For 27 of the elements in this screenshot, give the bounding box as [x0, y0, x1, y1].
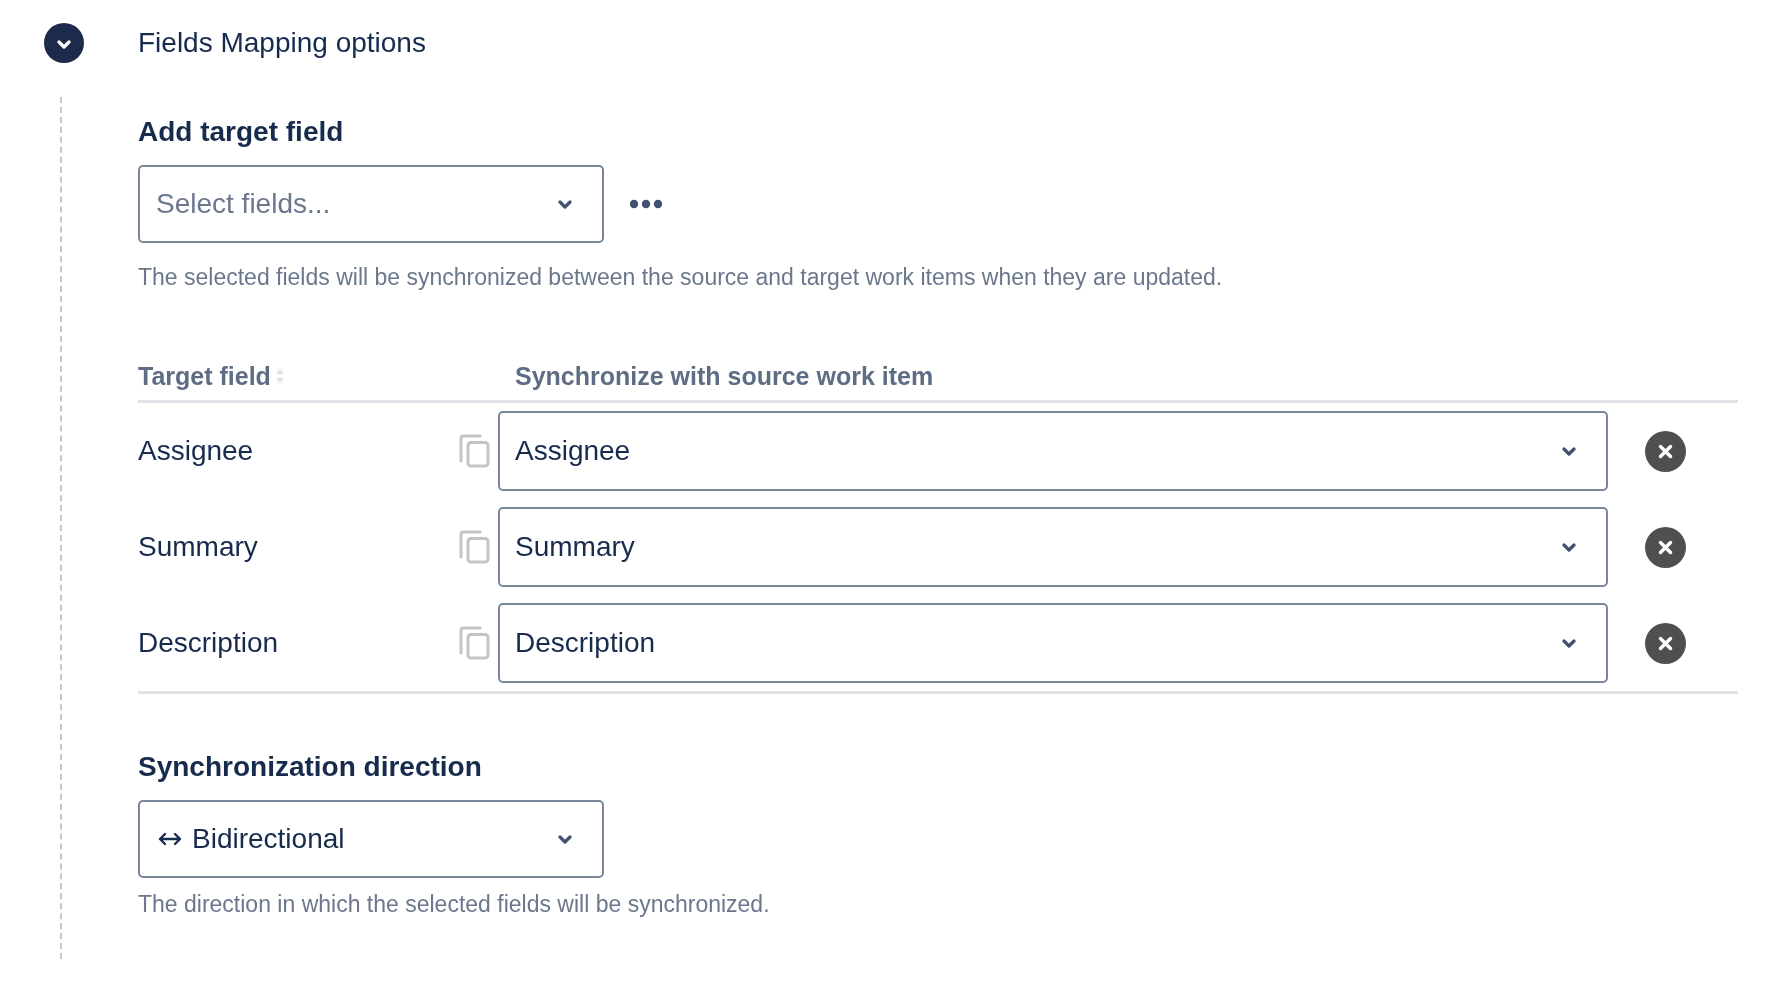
chevron-icon [1562, 638, 1576, 648]
target-field-name: Assignee [138, 435, 254, 466]
chevron-icon [558, 199, 572, 209]
select-field[interactable]: Select fields... [138, 165, 604, 243]
double-arrow-icon [158, 832, 182, 846]
select-field[interactable]: Assignee [498, 411, 1608, 491]
select-field[interactable]: Summary [498, 507, 1608, 587]
field-label: Add target field [138, 115, 344, 149]
field-label: Synchronization direction [138, 750, 482, 784]
chevron-icon [1562, 542, 1576, 552]
help-text: The direction in which the selected fields will be synchronized. [138, 890, 770, 918]
section-title: Fields Mapping options [138, 26, 426, 60]
chevron-icon [1562, 446, 1576, 456]
select-field[interactable]: Bidirectional [138, 800, 604, 878]
chevron-icon [558, 834, 572, 844]
column-header: Synchronize with source work item [515, 362, 934, 390]
help-text: The selected fields will be synchronized between the source and target work items when they are updated. [138, 263, 1223, 291]
collapse-button[interactable] [44, 23, 84, 63]
more-icon[interactable] [629, 199, 663, 209]
close-icon[interactable] [1645, 526, 1686, 568]
chevron-icon [57, 39, 71, 49]
column-header[interactable]: Target field [138, 362, 271, 390]
select-field[interactable]: Description [498, 603, 1608, 683]
close-icon[interactable] [1645, 622, 1686, 664]
target-field-name: Description [138, 627, 279, 658]
target-field-name: Summary [138, 531, 258, 562]
close-icon[interactable] [1645, 430, 1686, 472]
